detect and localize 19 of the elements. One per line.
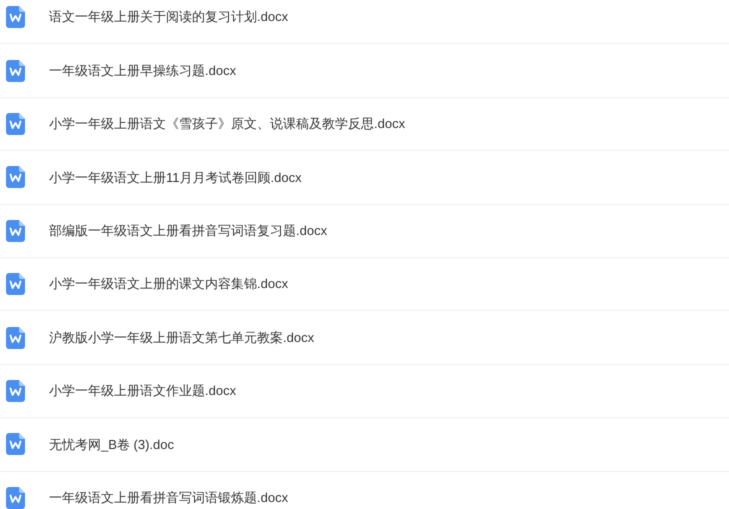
word-document-icon	[6, 220, 25, 242]
file-name[interactable]: 无忧考网_B卷 (3).doc	[49, 434, 174, 454]
file-name[interactable]: 小学一年级语文上册的课文内容集锦.docx	[49, 274, 288, 294]
word-document-icon	[6, 166, 25, 188]
file-name[interactable]: 小学一年级上册语文作业题.docx	[49, 381, 236, 401]
file-name[interactable]: 小学一年级语文上册11月月考试卷回顾.docx	[49, 168, 302, 188]
word-document-icon	[6, 112, 25, 135]
word-document-icon	[6, 380, 25, 402]
file-name[interactable]: 部编版一年级语文上册看拼音写词语复习题.docx	[49, 221, 328, 240]
file-name[interactable]: 语文一年级上册关于阅读的复习计划.docx	[49, 7, 288, 27]
file-name[interactable]: 小学一年级上册语文《雪孩子》原文、说课稿及教学反思.docx	[49, 114, 406, 134]
word-document-icon	[6, 6, 25, 28]
file-name[interactable]: 一年级语文上册看拼音写词语锻炼题.docx	[49, 488, 288, 508]
file-name[interactable]: 沪教版小学一年级上册语文第七单元教案.docx	[49, 328, 314, 348]
file-name[interactable]: 一年级语文上册早操练习题.docx	[49, 60, 236, 80]
word-document-icon	[6, 326, 25, 349]
word-document-icon	[6, 60, 25, 82]
word-document-icon	[6, 433, 25, 456]
word-document-icon	[6, 273, 25, 296]
